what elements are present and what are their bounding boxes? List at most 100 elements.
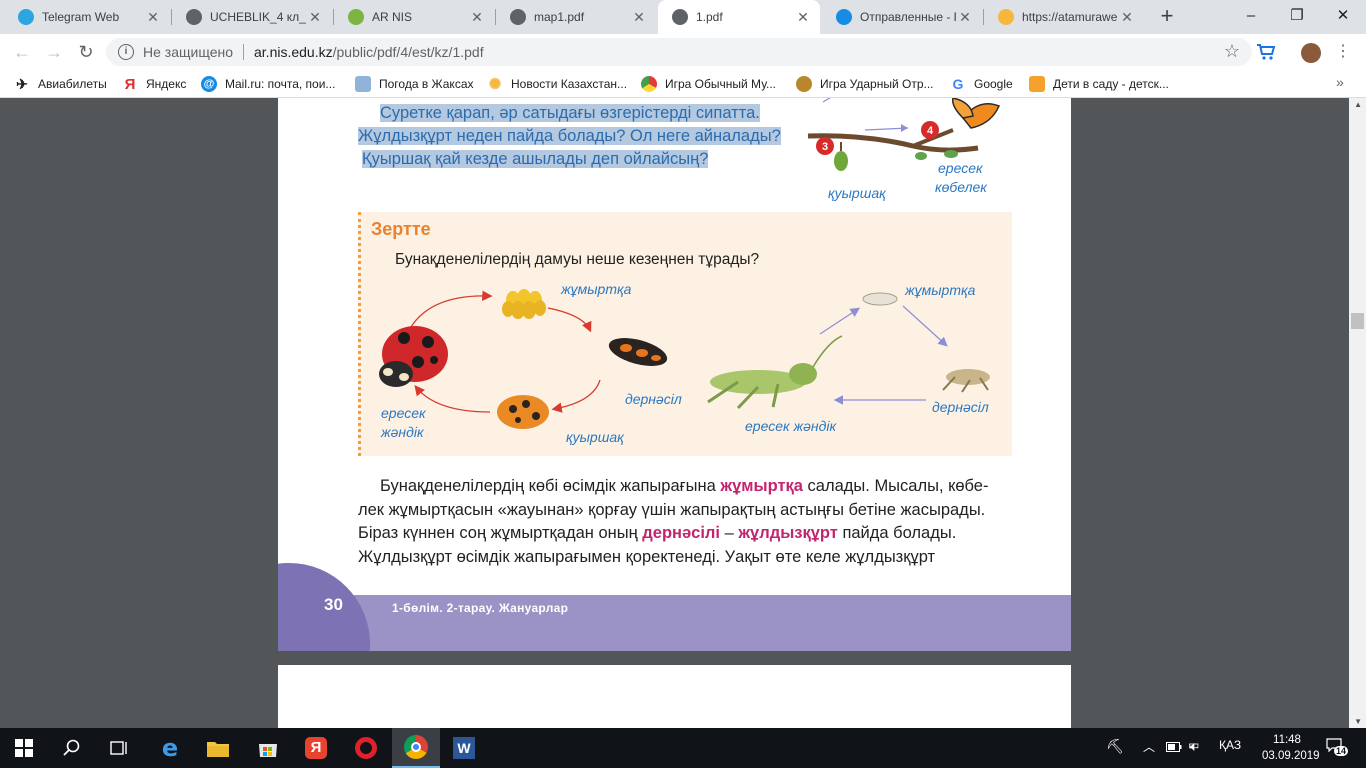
info-icon[interactable]: i [118, 44, 134, 60]
sun-icon [998, 9, 1014, 25]
notification-center-button[interactable]: 14 [1326, 738, 1349, 758]
address-bar[interactable]: i Не защищено ar.nis.edu.kz/public/pdf/4… [106, 38, 1252, 66]
close-icon[interactable]: ✕ [1118, 9, 1136, 26]
question-line: Суретке қарап, әр сатыдағы өзгерістерді … [380, 104, 760, 122]
ladybug-pupa [497, 395, 549, 429]
tab-map1-pdf[interactable]: map1.pdf ✕ [496, 0, 656, 34]
tab-telegram[interactable]: Telegram Web ✕ [4, 0, 170, 34]
butterfly-illustration: 3 4 қуыршақ ересек көбелек [807, 98, 1001, 201]
clock-time: 11:48 [1273, 734, 1301, 746]
store-button[interactable] [244, 728, 292, 768]
word-button[interactable]: W [440, 728, 488, 768]
task-view-icon [110, 741, 127, 755]
menu-icon[interactable]: ⋮ [1333, 42, 1353, 62]
bookmark-deti-v-sadu[interactable]: Дети в саду - детск... [1029, 75, 1169, 93]
minimize-button[interactable]: – [1228, 0, 1274, 34]
url-text[interactable]: ar.nis.edu.kz/public/pdf/4/est/kz/1.pdf [254, 44, 484, 60]
url-path: /public/pdf/4/est/kz/1.pdf [332, 44, 484, 60]
tab-1-pdf[interactable]: 1.pdf ✕ [658, 0, 820, 34]
new-tab-button[interactable]: + [1155, 5, 1179, 29]
bookmark-label: Новости Казахстан... [511, 77, 628, 91]
close-icon[interactable]: ✕ [956, 9, 974, 26]
bookmark-google[interactable]: G Google [950, 75, 1013, 93]
bookmarks-more-button[interactable]: » [1336, 74, 1344, 90]
tab-uchebnik[interactable]: UCHEBLIK_4 кл_КАЗ ✕ [172, 0, 332, 34]
telegram-icon [18, 9, 34, 25]
browser-toolbar: ← → ↻ i Не защищено ar.nis.edu.kz/public… [0, 34, 1366, 70]
opera-button[interactable] [342, 728, 390, 768]
life-cycle-diagram: жұмыртқа дернәсіл қуыршақ ересек жәндік [379, 281, 990, 445]
volume-icon[interactable]: 🔈︎ [1190, 738, 1198, 755]
star-icon[interactable]: ☆ [1224, 41, 1240, 62]
scroll-down-icon[interactable]: ▼ [1354, 717, 1362, 726]
back-button[interactable]: ← [10, 40, 34, 64]
chrome-button[interactable] [392, 728, 440, 768]
step-4-label: 4 [927, 125, 934, 137]
close-icon[interactable]: ✕ [630, 9, 648, 26]
tab-strip: Telegram Web ✕ UCHEBLIK_4 кл_КАЗ ✕ AR NI… [0, 0, 1366, 34]
bookmark-mailru[interactable]: @ Mail.ru: почта, пои... [201, 75, 335, 93]
scroll-thumb[interactable] [1351, 313, 1364, 329]
tab-ar-nis[interactable]: AR NIS ✕ [334, 0, 494, 34]
bookmark-label: Яндекс [146, 77, 187, 91]
clock[interactable]: 11:48 03.09.2019 [1262, 732, 1320, 764]
bookmark-igra-obychny[interactable]: Игра Обычный Му... [641, 75, 776, 93]
yandex-browser-icon: Я [305, 737, 327, 759]
bookmark-aviabilety[interactable]: ✈ Авиабилеты [14, 75, 107, 93]
chapter-title: 1-бөлім. 2-тарау. Жануарлар [392, 601, 569, 615]
mail-icon [836, 9, 852, 25]
close-icon[interactable]: ✕ [144, 9, 162, 26]
search-button[interactable] [48, 728, 96, 768]
term-larva: дернәсілі [642, 524, 720, 542]
tab-title: 1.pdf [696, 10, 723, 24]
windows-taskbar: e Я W ⛏ ︿ ▭ 🔈︎ ҚАЗ 11:48 03.09.2019 14 [0, 728, 1366, 768]
tab-atamura[interactable]: https://atamurawe ✕ [984, 0, 1144, 34]
bookmark-igra-udarny[interactable]: Игра Ударный Отр... [796, 75, 934, 93]
bookmark-novosti[interactable]: ✺ Новости Казахстан... [487, 75, 627, 93]
question-line: Жұлдызқұрт неден пайда болады? Ол неге а… [358, 127, 781, 145]
grasshopper-egg [862, 292, 898, 306]
close-window-button[interactable]: ✕ [1320, 0, 1366, 34]
bookmark-label: Игра Ударный Отр... [820, 77, 934, 91]
close-icon[interactable]: ✕ [468, 9, 486, 26]
start-button[interactable] [0, 728, 48, 768]
bookmark-yandex[interactable]: Я Яндекс [122, 75, 187, 93]
bookmarks-bar: ✈ Авиабилеты Я Яндекс @ Mail.ru: почта, … [0, 70, 1366, 98]
google-icon: G [952, 76, 964, 92]
reload-button[interactable]: ↻ [74, 40, 98, 64]
pdf-viewer[interactable]: Суретке қарап, әр сатыдағы өзгерістерді … [0, 98, 1366, 728]
edge-icon: e [161, 734, 179, 762]
kids-icon [1029, 76, 1045, 92]
scroll-up-icon[interactable]: ▲ [1354, 100, 1362, 109]
chevron-up-icon[interactable]: ︿ [1143, 738, 1155, 755]
search-icon [63, 739, 80, 756]
word-icon: W [453, 737, 475, 759]
scrollbar[interactable]: ▲ ▼ [1349, 98, 1366, 728]
body-text: пайда болады. [837, 524, 957, 542]
pdf-page: Суретке қарап, әр сатыдағы өзгерістерді … [278, 98, 1071, 651]
edge-button[interactable]: e [146, 728, 194, 768]
close-icon[interactable]: ✕ [794, 9, 812, 26]
maximize-button[interactable]: ❐ [1274, 0, 1320, 34]
explorer-button[interactable] [194, 728, 242, 768]
notification-count: 14 [1334, 746, 1349, 756]
battery-icon[interactable] [1166, 741, 1182, 753]
task-view-button[interactable] [96, 728, 144, 768]
profile-avatar[interactable] [1301, 43, 1321, 63]
store-icon [259, 744, 277, 757]
tab-title: Отправленные - Почта [860, 10, 956, 24]
body-text: Біраз күннен соң жұмыртқадан оның [358, 524, 643, 542]
close-icon[interactable]: ✕ [306, 9, 324, 26]
ladybug-pupa-label: қуыршақ [566, 429, 625, 445]
cart-icon[interactable] [1256, 43, 1276, 61]
bookmark-pogoda[interactable]: Погода в Жаксах [355, 75, 474, 93]
people-icon[interactable]: ⛏ [1106, 738, 1124, 755]
forward-button[interactable]: → [42, 40, 66, 64]
tab-sent-mail[interactable]: Отправленные - Почта ✕ [822, 0, 982, 34]
language-indicator[interactable]: ҚАЗ [1219, 738, 1241, 752]
grasshopper-larva-label: дернәсіл [932, 399, 989, 415]
chrome-icon [404, 735, 428, 759]
body-text: Бунақденелілердің көбі өсімдік жапырағын… [380, 477, 721, 495]
yandex-browser-button[interactable]: Я [292, 728, 340, 768]
folder-icon [207, 742, 229, 757]
